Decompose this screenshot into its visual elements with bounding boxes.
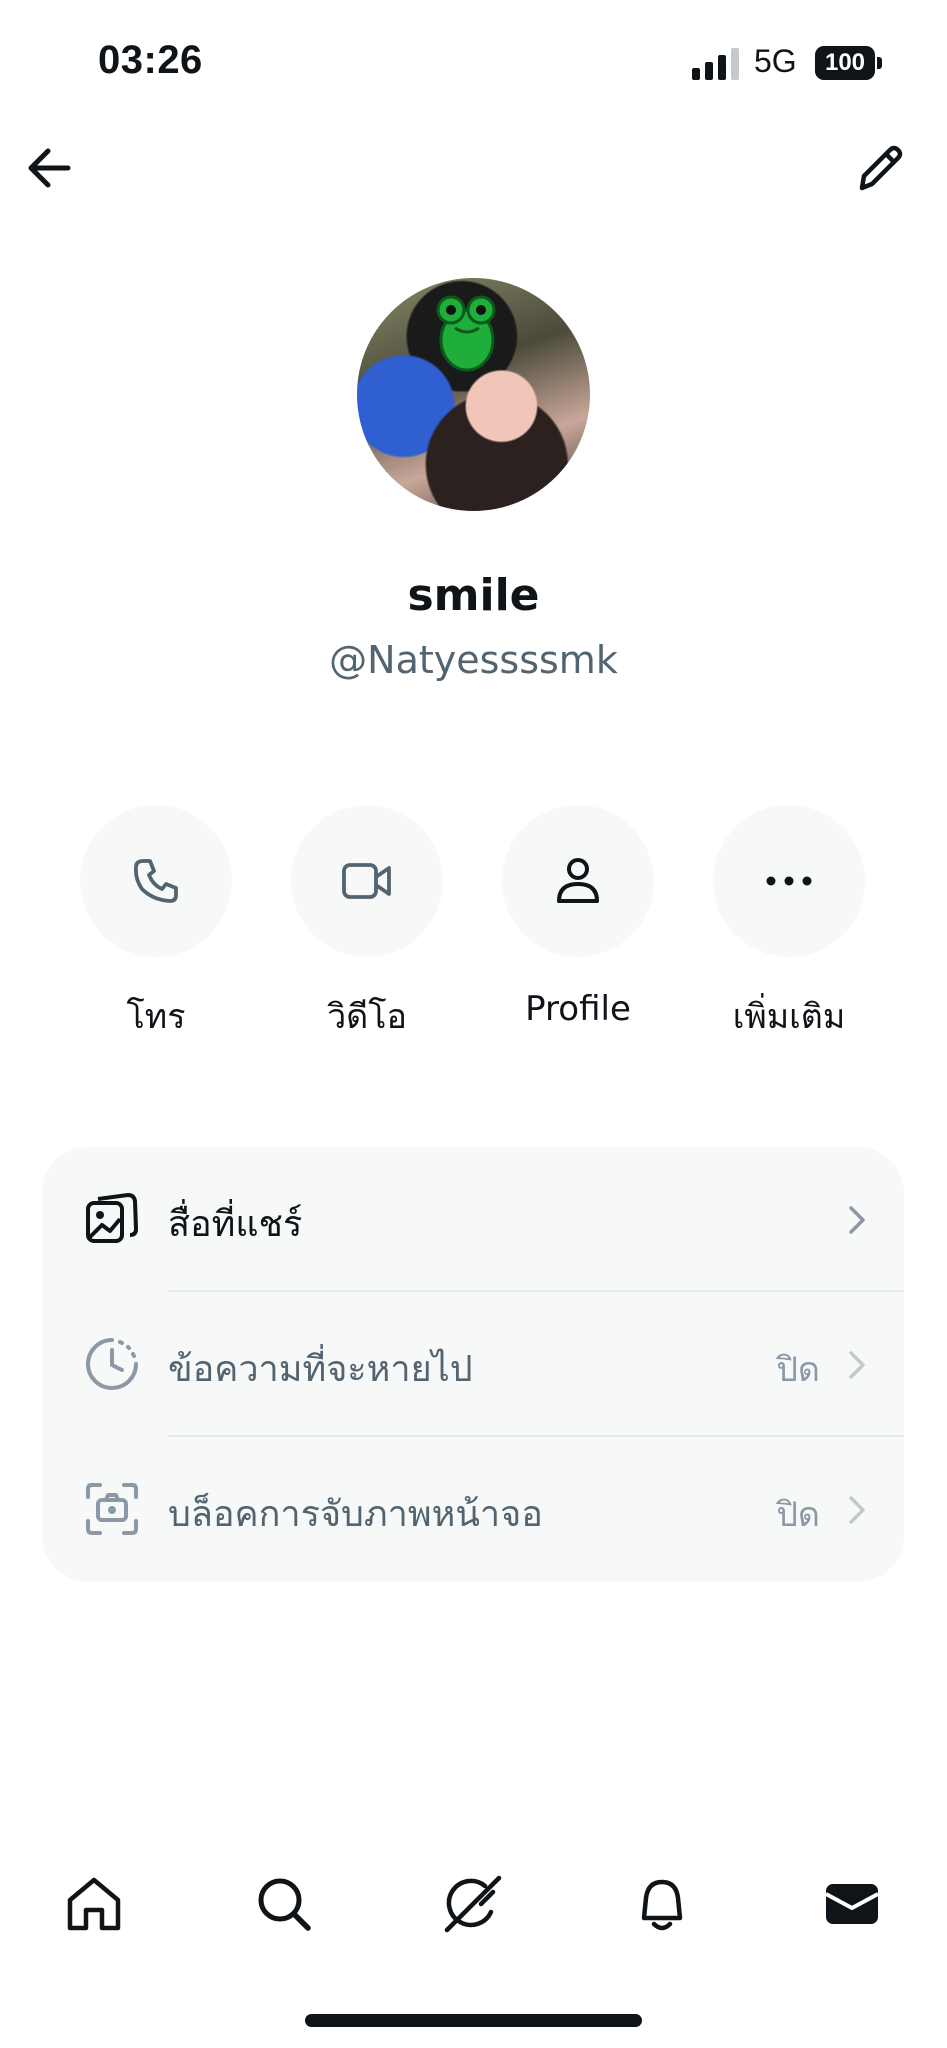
- phone-icon: [133, 859, 178, 903]
- profile-button[interactable]: Profile: [502, 805, 654, 1029]
- block-screenshots-value: ปิด: [776, 1495, 820, 1535]
- shared-media-label: สื่อที่แชร์: [168, 1204, 303, 1245]
- mail-icon: [825, 1884, 879, 1924]
- call-label: โทร: [126, 997, 186, 1037]
- home-indicator: [305, 2014, 642, 2027]
- home-icon: [67, 1877, 121, 1931]
- chevron-right-icon: [849, 1351, 865, 1379]
- disappearing-messages-value: ปิด: [776, 1350, 820, 1390]
- pencil-icon: [859, 145, 903, 191]
- block-screenshots-label: บล็อคการจับภาพหน้าจอ: [168, 1494, 543, 1535]
- screenshot-block-icon: [86, 1483, 138, 1535]
- display-name: smile: [407, 570, 540, 621]
- more-label: เพิ่มเติม: [732, 997, 846, 1037]
- bell-icon: [641, 1879, 683, 1931]
- more-icon: [766, 876, 812, 886]
- network-type: 5G: [754, 43, 797, 79]
- nav-home[interactable]: [62, 1872, 126, 1936]
- block-screenshots-row[interactable]: บล็อคการจับภาพหน้าจอ ปิด: [42, 1437, 904, 1582]
- signal-icon: [692, 48, 739, 80]
- media-icon: [86, 1193, 138, 1243]
- disappearing-messages-label: ข้อความที่จะหายไป: [168, 1349, 473, 1390]
- more-button[interactable]: เพิ่มเติม: [713, 805, 865, 1043]
- video-button[interactable]: วิดีโอ: [291, 805, 443, 1043]
- profile-label: Profile: [525, 989, 631, 1029]
- video-icon: [342, 863, 391, 899]
- nav-notifications[interactable]: [630, 1872, 694, 1936]
- grok-icon: [444, 1875, 502, 1933]
- frog-sticker-icon: [436, 295, 496, 372]
- battery-icon: 100: [815, 46, 883, 80]
- chevron-right-icon: [849, 1206, 865, 1234]
- settings-card: สื่อที่แชร์ ข้อความที่จะหายไป ปิด บล็อคก…: [42, 1147, 904, 1582]
- user-handle: @Natyessssmk: [329, 638, 618, 682]
- nav-search[interactable]: [252, 1872, 316, 1936]
- shared-media-row[interactable]: สื่อที่แชร์: [42, 1147, 904, 1292]
- edit-button[interactable]: [850, 138, 910, 198]
- video-label: วิดีโอ: [327, 997, 407, 1037]
- nav-grok[interactable]: [441, 1872, 505, 1936]
- chevron-right-icon: [849, 1496, 865, 1524]
- timer-icon: [86, 1338, 138, 1390]
- call-button[interactable]: โทร: [80, 805, 232, 1043]
- nav-messages[interactable]: [820, 1872, 884, 1936]
- back-button[interactable]: [20, 138, 80, 198]
- search-icon: [258, 1878, 311, 1931]
- battery-level: 100: [815, 46, 875, 80]
- status-time: 03:26: [98, 38, 203, 82]
- person-icon: [557, 858, 599, 903]
- profile-avatar[interactable]: [357, 278, 590, 511]
- disappearing-messages-row[interactable]: ข้อความที่จะหายไป ปิด: [42, 1292, 904, 1437]
- arrow-left-icon: [28, 148, 71, 188]
